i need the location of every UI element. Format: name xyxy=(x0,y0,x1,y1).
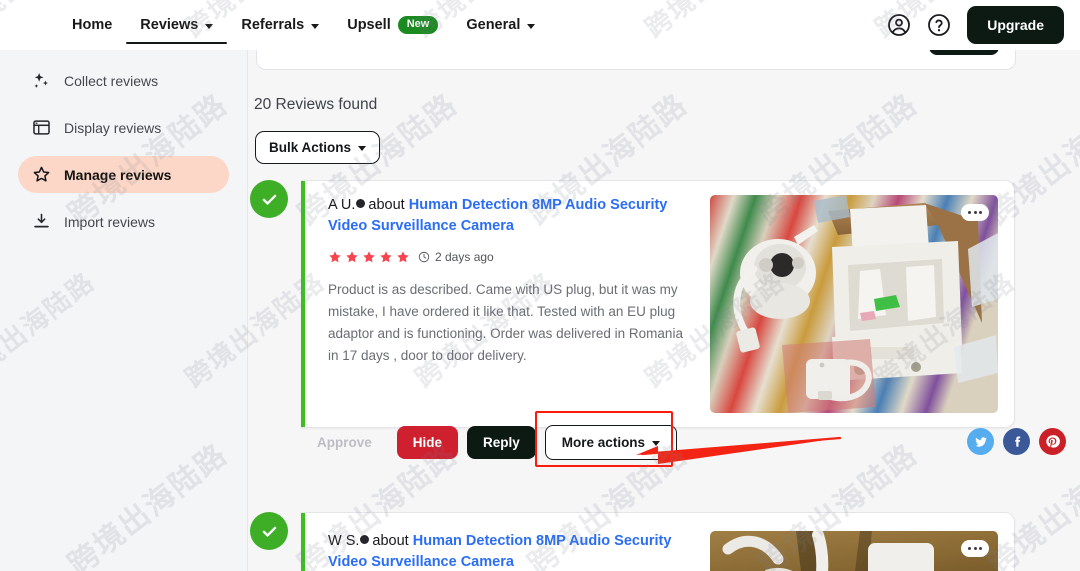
nav-item-label: Referrals xyxy=(241,17,305,33)
account-circle-icon[interactable] xyxy=(887,13,911,37)
app-root: 20 Reviews found Bulk Actions A U. about … xyxy=(0,0,1080,571)
nav-item-label: Home xyxy=(72,17,113,33)
review-author: W S. xyxy=(328,533,360,549)
review-photo[interactable] xyxy=(710,531,998,571)
nav-item-label: Reviews xyxy=(140,17,199,33)
twitter-share-icon[interactable] xyxy=(967,428,994,455)
sidebar: Collect reviews Display reviews Manage r… xyxy=(0,50,248,571)
verified-badge-icon xyxy=(360,535,370,544)
green-check-icon xyxy=(250,180,288,218)
chevron-down-icon xyxy=(652,441,661,446)
sparkle-icon xyxy=(34,72,48,88)
about-label: about xyxy=(372,533,409,549)
bulk-actions-label: Bulk Actions xyxy=(269,140,352,155)
about-label: about xyxy=(368,197,405,213)
star-filled-icon xyxy=(363,251,375,263)
more-dots-icon[interactable] xyxy=(961,204,989,221)
star-icon xyxy=(33,166,50,182)
chevron-down-icon xyxy=(311,23,320,29)
review-card: A U. about Human Detection 8MP Audio Secu… xyxy=(301,180,1015,428)
status-accent-bar xyxy=(301,181,305,427)
pinterest-share-icon[interactable] xyxy=(1039,428,1066,455)
review-time: 2 days ago xyxy=(418,250,494,264)
review-photo[interactable] xyxy=(710,195,998,413)
sidebar-item-label: Collect reviews xyxy=(64,72,159,89)
star-filled-icon xyxy=(329,251,341,263)
nav-right-group: Upgrade xyxy=(887,0,1064,50)
chevron-down-icon xyxy=(358,146,367,151)
chevron-down-icon xyxy=(527,23,536,29)
sidebar-item-display-reviews[interactable]: Display reviews xyxy=(18,109,229,146)
approve-button[interactable]: Approve xyxy=(301,426,388,459)
nav-item-label: Upsell xyxy=(347,17,391,33)
reviews-found-count: 20 Reviews found xyxy=(254,96,378,113)
upgrade-button[interactable]: Upgrade xyxy=(967,6,1064,44)
chevron-down-icon xyxy=(205,23,214,29)
reply-button[interactable]: Reply xyxy=(467,426,536,459)
nav-item-label: General xyxy=(466,17,521,33)
nav-item-general[interactable]: General xyxy=(452,0,549,50)
more-actions-label: More actions xyxy=(561,435,646,450)
review-meta: 2 days ago xyxy=(328,250,696,264)
nav-item-reviews[interactable]: Reviews xyxy=(126,0,228,50)
nav-items: Home Reviews Referrals Upsell New General xyxy=(58,0,549,50)
review-author: A U. xyxy=(328,197,356,213)
main-content: 20 Reviews found Bulk Actions A U. about … xyxy=(248,29,1080,571)
clock-icon xyxy=(418,251,430,263)
sidebar-item-label: Display reviews xyxy=(64,119,162,136)
more-actions-button[interactable]: More actions xyxy=(544,425,678,460)
review-actions: Approve Hide Reply More actions xyxy=(301,411,678,467)
nav-item-referrals[interactable]: Referrals xyxy=(227,0,333,50)
review-body: Product is as described. Came with US pl… xyxy=(328,282,683,363)
star-filled-icon xyxy=(397,251,409,263)
green-check-icon xyxy=(250,512,288,550)
download-icon xyxy=(34,213,49,228)
sidebar-item-collect-reviews[interactable]: Collect reviews xyxy=(18,62,229,99)
help-circle-icon[interactable] xyxy=(927,13,951,37)
star-filled-icon xyxy=(380,251,392,263)
review-time-label: 2 days ago xyxy=(435,250,494,265)
star-filled-icon xyxy=(346,251,358,263)
top-navigation: Home Reviews Referrals Upsell New General Upg… xyxy=(0,0,1080,50)
sidebar-item-label: Manage reviews xyxy=(64,166,172,183)
window-icon xyxy=(33,120,50,135)
sidebar-item-manage-reviews[interactable]: Manage reviews xyxy=(18,156,229,193)
review-header: W S. about Human Detection 8MP Audio Secu… xyxy=(328,531,696,571)
facebook-share-icon[interactable] xyxy=(1003,428,1030,455)
status-accent-bar xyxy=(301,513,305,571)
more-dots-icon[interactable] xyxy=(961,540,989,557)
sidebar-item-import-reviews[interactable]: Import reviews xyxy=(18,203,229,240)
hide-button[interactable]: Hide xyxy=(396,426,459,459)
nav-badge-new: New xyxy=(397,16,439,34)
review-photo-area xyxy=(710,531,998,571)
nav-item-home[interactable]: Home xyxy=(58,0,126,50)
nav-item-upsell[interactable]: Upsell New xyxy=(333,0,452,50)
social-share-group xyxy=(967,428,1066,455)
verified-badge-icon xyxy=(356,199,366,208)
review-header: A U. about Human Detection 8MP Audio Secu… xyxy=(328,195,696,237)
review-photo-area xyxy=(710,195,998,413)
review-card: W S. about Human Detection 8MP Audio Secu… xyxy=(301,512,1015,571)
bulk-actions-button[interactable]: Bulk Actions xyxy=(255,131,381,164)
rating-stars xyxy=(328,250,410,264)
sidebar-item-label: Import reviews xyxy=(64,213,156,230)
